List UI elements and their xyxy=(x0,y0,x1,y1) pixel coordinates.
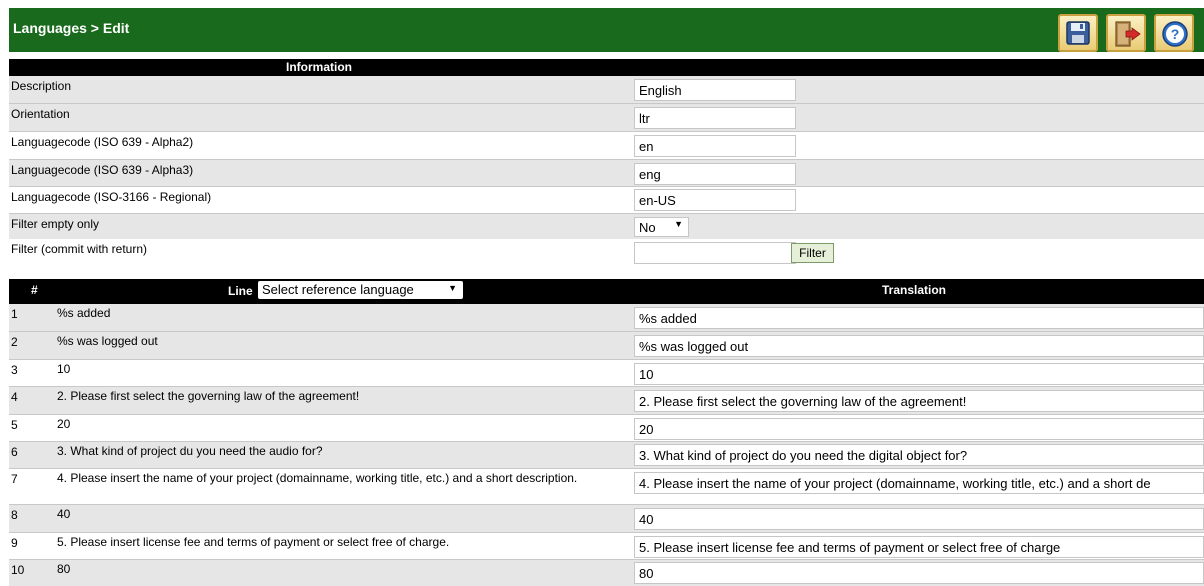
exit-button[interactable] xyxy=(1106,14,1146,52)
chevron-down-icon: ▼ xyxy=(448,283,457,293)
info-row-regional: Languagecode (ISO-3166 - Regional) en-US xyxy=(9,187,1204,214)
translation-input[interactable]: 40 xyxy=(634,508,1204,530)
description-input[interactable]: English xyxy=(634,79,796,101)
translation-input[interactable]: %s added xyxy=(634,307,1204,329)
row-number: 9 xyxy=(11,536,18,550)
row-number: 4 xyxy=(11,390,18,404)
row-line: 3. What kind of project du you need the … xyxy=(57,444,323,458)
orientation-input[interactable]: ltr xyxy=(634,107,796,129)
information-title: Information xyxy=(286,60,352,74)
row-number: 2 xyxy=(11,335,18,349)
info-row-filter: Filter (commit with return) xyxy=(9,239,1204,267)
regional-input[interactable]: en-US xyxy=(634,189,796,211)
row-line: 40 xyxy=(57,507,71,521)
table-row: 1 %s added %s added xyxy=(9,304,1204,332)
row-line: 20 xyxy=(57,417,71,431)
filter-button[interactable]: Filter xyxy=(791,243,834,263)
filter-input[interactable] xyxy=(634,242,796,264)
info-row-alpha2: Languagecode (ISO 639 - Alpha2) en xyxy=(9,132,1204,160)
translation-input[interactable]: 80 xyxy=(634,562,1204,584)
row-line: 5. Please insert license fee and terms o… xyxy=(57,535,450,549)
translation-input[interactable]: 4. Please insert the name of your projec… xyxy=(634,472,1204,494)
table-row: 10 80 80 xyxy=(9,560,1204,586)
table-row: 6 3. What kind of project du you need th… xyxy=(9,442,1204,469)
filter-label: Filter (commit with return) xyxy=(11,242,148,256)
save-button[interactable] xyxy=(1058,14,1098,52)
help-icon: ? xyxy=(1162,21,1188,47)
reference-language-value: Select reference language xyxy=(262,282,414,297)
row-line: 10 xyxy=(57,362,71,376)
info-row-filter-empty: Filter empty only No ▼ xyxy=(9,214,1204,239)
table-row: 5 20 20 xyxy=(9,415,1204,442)
info-row-alpha3: Languagecode (ISO 639 - Alpha3) eng xyxy=(9,160,1204,187)
reference-language-select[interactable]: Select reference language ▼ xyxy=(258,281,463,299)
info-row-description: Description English xyxy=(9,76,1204,104)
column-translation: Translation xyxy=(882,283,947,297)
row-number: 7 xyxy=(11,472,18,486)
translation-input[interactable]: 20 xyxy=(634,418,1204,440)
help-button[interactable]: ? xyxy=(1154,14,1194,52)
row-number: 8 xyxy=(11,508,18,522)
column-number: # xyxy=(31,283,38,297)
translation-input[interactable]: %s was logged out xyxy=(634,335,1204,357)
row-line: %s was logged out xyxy=(57,334,158,348)
filter-empty-value: No xyxy=(639,220,656,235)
translation-input[interactable]: 5. Please insert license fee and terms o… xyxy=(634,536,1204,558)
table-row: 2 %s was logged out %s was logged out xyxy=(9,332,1204,360)
row-number: 6 xyxy=(11,445,18,459)
orientation-label: Orientation xyxy=(11,107,70,121)
description-label: Description xyxy=(11,79,72,93)
page-title: Languages > Edit xyxy=(13,20,130,36)
row-number: 1 xyxy=(11,307,18,321)
filter-empty-label: Filter empty only xyxy=(11,217,100,231)
table-header: # Line Select reference language ▼ Trans… xyxy=(9,279,1204,304)
column-line: Line xyxy=(228,284,253,298)
translation-input[interactable]: 3. What kind of project do you need the … xyxy=(634,444,1204,466)
table-row: 3 10 10 xyxy=(9,360,1204,387)
svg-text:?: ? xyxy=(1171,26,1180,42)
chevron-down-icon: ▼ xyxy=(674,219,683,229)
alpha2-label: Languagecode (ISO 639 - Alpha2) xyxy=(11,135,194,149)
row-number: 3 xyxy=(11,363,18,377)
alpha3-label: Languagecode (ISO 639 - Alpha3) xyxy=(11,163,194,177)
row-line: 4. Please insert the name of your projec… xyxy=(57,471,578,485)
filter-empty-select[interactable]: No ▼ xyxy=(634,217,689,237)
exit-icon xyxy=(1115,21,1141,47)
table-row: 8 40 40 xyxy=(9,505,1204,533)
info-row-orientation: Orientation ltr xyxy=(9,104,1204,132)
translation-input[interactable]: 10 xyxy=(634,363,1204,385)
regional-label: Languagecode (ISO-3166 - Regional) xyxy=(11,190,212,204)
table-row: 9 5. Please insert license fee and terms… xyxy=(9,533,1204,560)
translation-input[interactable]: 2. Please first select the governing law… xyxy=(634,390,1204,412)
save-icon xyxy=(1066,21,1090,45)
row-line: 2. Please first select the governing law… xyxy=(57,389,360,403)
table-row: 7 4. Please insert the name of your proj… xyxy=(9,469,1204,505)
row-number: 10 xyxy=(11,563,25,577)
table-row: 4 2. Please first select the governing l… xyxy=(9,387,1204,415)
alpha2-input[interactable]: en xyxy=(634,135,796,157)
page-header: Languages > Edit ? xyxy=(9,8,1204,52)
row-line: %s added xyxy=(57,306,111,320)
row-line: 80 xyxy=(57,562,71,576)
information-header: Information xyxy=(9,59,1204,76)
row-number: 5 xyxy=(11,418,18,432)
alpha3-input[interactable]: eng xyxy=(634,163,796,185)
